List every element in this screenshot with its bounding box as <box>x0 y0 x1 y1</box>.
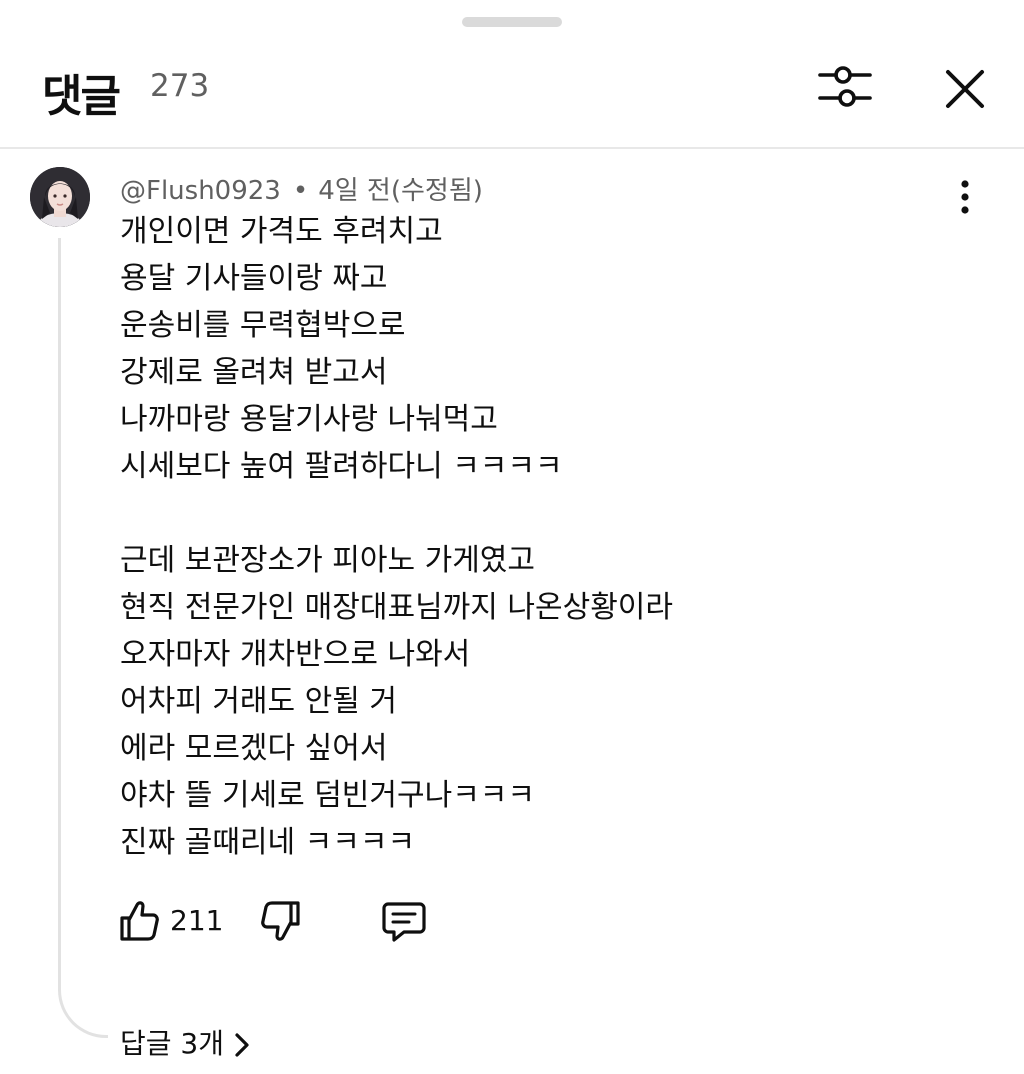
comment-line <box>120 490 940 537</box>
comment-line: 현직 전문가인 매장대표님까지 나온상황이라 <box>120 590 674 625</box>
thumbs-down-icon <box>261 901 300 941</box>
avatar[interactable] <box>30 167 90 227</box>
comments-sheet: 댓글 273 @Flush0923 • 4일 전(수정됨) 개인이면 가격도 후… <box>0 0 1024 1074</box>
comment-line: 어차피 거래도 안될 거 <box>120 684 398 719</box>
header-divider <box>0 147 1024 149</box>
close-button[interactable] <box>940 64 990 114</box>
comment-line: 나까마랑 용달기사랑 나눠먹고 <box>120 402 498 437</box>
comments-header: 댓글 273 <box>0 40 1024 145</box>
comment-line: 개인이면 가격도 후려치고 <box>120 214 443 249</box>
thread-line <box>58 238 108 1038</box>
comment-line: 용달 기사들이랑 짜고 <box>120 261 388 296</box>
view-replies-button[interactable]: 답글 3개 <box>120 1022 252 1062</box>
dislike-button[interactable] <box>258 898 302 944</box>
filter-button[interactable] <box>816 62 874 112</box>
like-button[interactable] <box>118 898 162 944</box>
sliders-icon <box>818 66 872 107</box>
comment-line: 야차 뜰 기세로 덤빈거구나ㅋㅋㅋ <box>120 778 536 813</box>
drag-handle[interactable] <box>462 17 562 27</box>
comments-count: 273 <box>150 68 210 104</box>
chevron-right-icon <box>235 1033 249 1057</box>
comment-icon <box>382 902 426 942</box>
comments-title: 댓글 <box>42 71 121 122</box>
more-vertical-icon <box>961 180 969 214</box>
comment-line: 시세보다 높여 팔려하다니 ㅋㅋㅋㅋ <box>120 449 563 484</box>
close-icon <box>946 70 984 108</box>
comment-line: 강제로 올려쳐 받고서 <box>120 355 388 390</box>
comment-meta: @Flush0923 • 4일 전(수정됨) <box>120 170 483 207</box>
reply-button[interactable] <box>380 898 428 944</box>
comment-actions: 211 <box>118 898 538 946</box>
comment-author[interactable]: @Flush0923 <box>120 176 281 206</box>
thumbs-up-icon <box>120 901 159 941</box>
like-count: 211 <box>170 904 224 937</box>
comment-line: 진짜 골때리네 ㅋㅋㅋㅋ <box>120 825 416 860</box>
replies-label: 답글 3개 <box>120 1027 224 1060</box>
comment-line: 운송비를 무력협박으로 <box>120 308 406 343</box>
more-options-button[interactable] <box>948 178 982 218</box>
comment-line: 오자마자 개차반으로 나와서 <box>120 637 471 672</box>
comment-line: 근데 보관장소가 피아노 가게였고 <box>120 543 536 578</box>
meta-separator: • <box>292 176 309 206</box>
comment-line: 에라 모르겠다 싶어서 <box>120 731 388 766</box>
comment-time: 4일 전(수정됨) <box>318 176 483 206</box>
comment-body: 개인이면 가격도 후려치고 용달 기사들이랑 짜고 운송비를 무력협박으로 강제… <box>120 208 940 866</box>
avatar-image <box>30 167 90 227</box>
